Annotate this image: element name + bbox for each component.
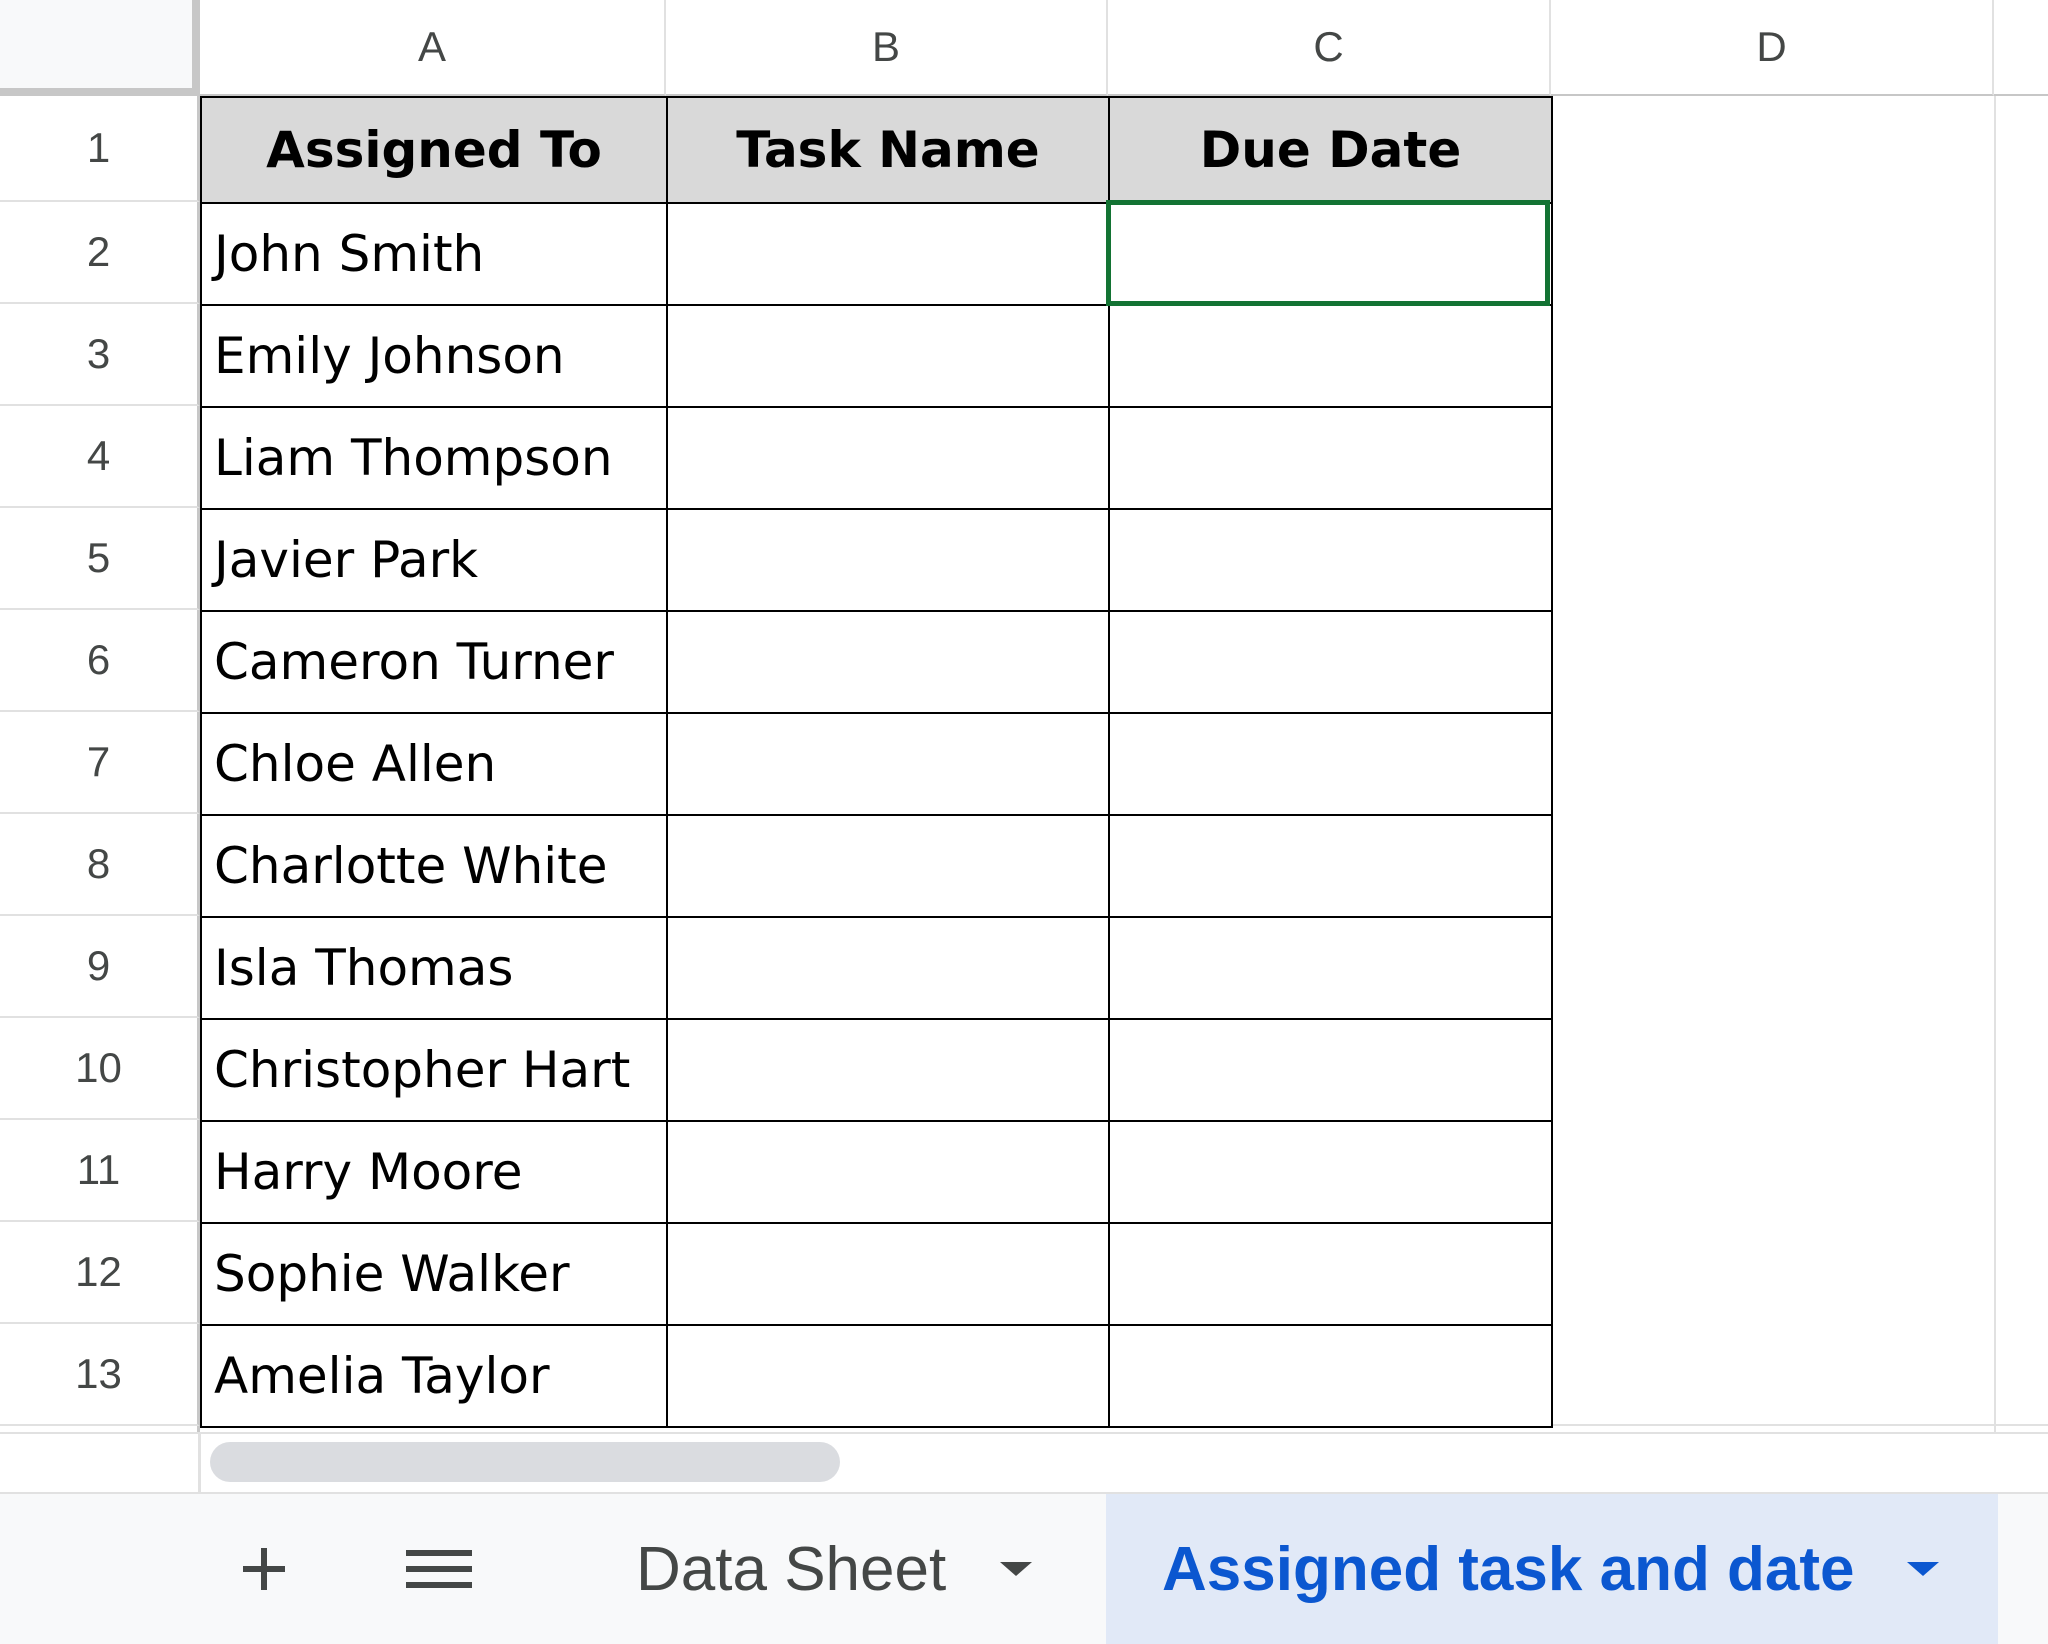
cell-assigned-to[interactable]: Amelia Taylor	[200, 1324, 668, 1428]
row-header[interactable]: 12	[0, 1222, 200, 1324]
cell-task-name[interactable]	[666, 406, 1110, 510]
cell-due-date[interactable]	[1108, 610, 1553, 714]
cell-due-date[interactable]	[1108, 304, 1553, 408]
row-header[interactable]: 7	[0, 712, 200, 814]
row-header[interactable]: 6	[0, 610, 200, 712]
cell-assigned-to[interactable]: Charlotte White	[200, 814, 668, 918]
column-header-b[interactable]: B	[666, 0, 1108, 96]
horizontal-scrollbar-thumb[interactable]	[210, 1442, 840, 1482]
cell-task-name[interactable]	[666, 1324, 1110, 1428]
caret-down-icon[interactable]	[1906, 1562, 1939, 1576]
cell-task-name[interactable]	[666, 610, 1110, 714]
column-header-a[interactable]: A	[200, 0, 666, 96]
cell-due-date[interactable]	[1108, 1324, 1553, 1428]
cell-assigned-to[interactable]: John Smith	[200, 202, 668, 306]
spreadsheet-grid: A B C D 1 2 3 4 5 6 7 8 9 10 11 12 13 As…	[0, 0, 2048, 1644]
row-header[interactable]: 11	[0, 1120, 200, 1222]
cell-task-name[interactable]	[666, 916, 1110, 1020]
row-header[interactable]: 4	[0, 406, 200, 508]
cell-assigned-to[interactable]: Liam Thompson	[200, 406, 668, 510]
column-header-d[interactable]: D	[1551, 0, 1994, 96]
cell-assigned-to[interactable]: Harry Moore	[200, 1120, 668, 1224]
cell-due-date[interactable]	[1108, 508, 1553, 612]
cell-due-date[interactable]	[1108, 202, 1553, 306]
row-header[interactable]: 9	[0, 916, 200, 1018]
hamburger-menu-icon[interactable]	[404, 1534, 474, 1604]
row-header[interactable]: 3	[0, 304, 200, 406]
cell-due-date[interactable]	[1108, 406, 1553, 510]
cell-due-date[interactable]	[1108, 814, 1553, 918]
cell-task-name[interactable]	[666, 814, 1110, 918]
column-header-e[interactable]	[1994, 0, 2048, 96]
cell-due-date[interactable]	[1108, 712, 1553, 816]
scroll-divider	[198, 1432, 201, 1492]
tab-data-sheet[interactable]: Data Sheet	[600, 1494, 1106, 1644]
header-cell-task-name[interactable]: Task Name	[666, 96, 1110, 204]
select-all-corner[interactable]	[0, 0, 200, 96]
cell-task-name[interactable]	[666, 304, 1110, 408]
cell-due-date[interactable]	[1108, 1222, 1553, 1326]
header-cell-assigned-to[interactable]: Assigned To	[200, 96, 668, 204]
gridline	[1551, 1424, 2048, 1426]
cell-due-date[interactable]	[1108, 916, 1553, 1020]
cell-task-name[interactable]	[666, 508, 1110, 612]
cell-task-name[interactable]	[666, 1120, 1110, 1224]
cell-assigned-to[interactable]: Christopher Hart	[200, 1018, 668, 1122]
plus-icon[interactable]	[236, 1534, 292, 1604]
cell-task-name[interactable]	[666, 202, 1110, 306]
cell-assigned-to[interactable]: Emily Johnson	[200, 304, 668, 408]
tab-label: Assigned task and date	[1162, 1534, 1855, 1604]
cell-task-name[interactable]	[666, 712, 1110, 816]
column-header-c[interactable]: C	[1108, 0, 1551, 96]
cell-assigned-to[interactable]: Javier Park	[200, 508, 668, 612]
cell-assigned-to[interactable]: Sophie Walker	[200, 1222, 668, 1326]
tab-assigned-task-and-date[interactable]: Assigned task and date	[1106, 1494, 1998, 1644]
row-header[interactable]: 2	[0, 202, 200, 304]
cell-task-name[interactable]	[666, 1018, 1110, 1122]
cell-assigned-to[interactable]: Isla Thomas	[200, 916, 668, 1020]
caret-down-icon[interactable]	[1000, 1562, 1033, 1576]
row-header[interactable]: 5	[0, 508, 200, 610]
cell-due-date[interactable]	[1108, 1018, 1553, 1122]
row-header[interactable]: 10	[0, 1018, 200, 1120]
tab-label: Data Sheet	[636, 1534, 947, 1604]
row-header[interactable]: 13	[0, 1324, 200, 1426]
gridline	[1994, 96, 1996, 1432]
cell-due-date[interactable]	[1108, 1120, 1553, 1224]
header-cell-due-date[interactable]: Due Date	[1108, 96, 1553, 204]
row-header[interactable]: 8	[0, 814, 200, 916]
cell-assigned-to[interactable]: Cameron Turner	[200, 610, 668, 714]
row-header[interactable]: 1	[0, 96, 200, 202]
cell-assigned-to[interactable]: Chloe Allen	[200, 712, 668, 816]
cell-task-name[interactable]	[666, 1222, 1110, 1326]
